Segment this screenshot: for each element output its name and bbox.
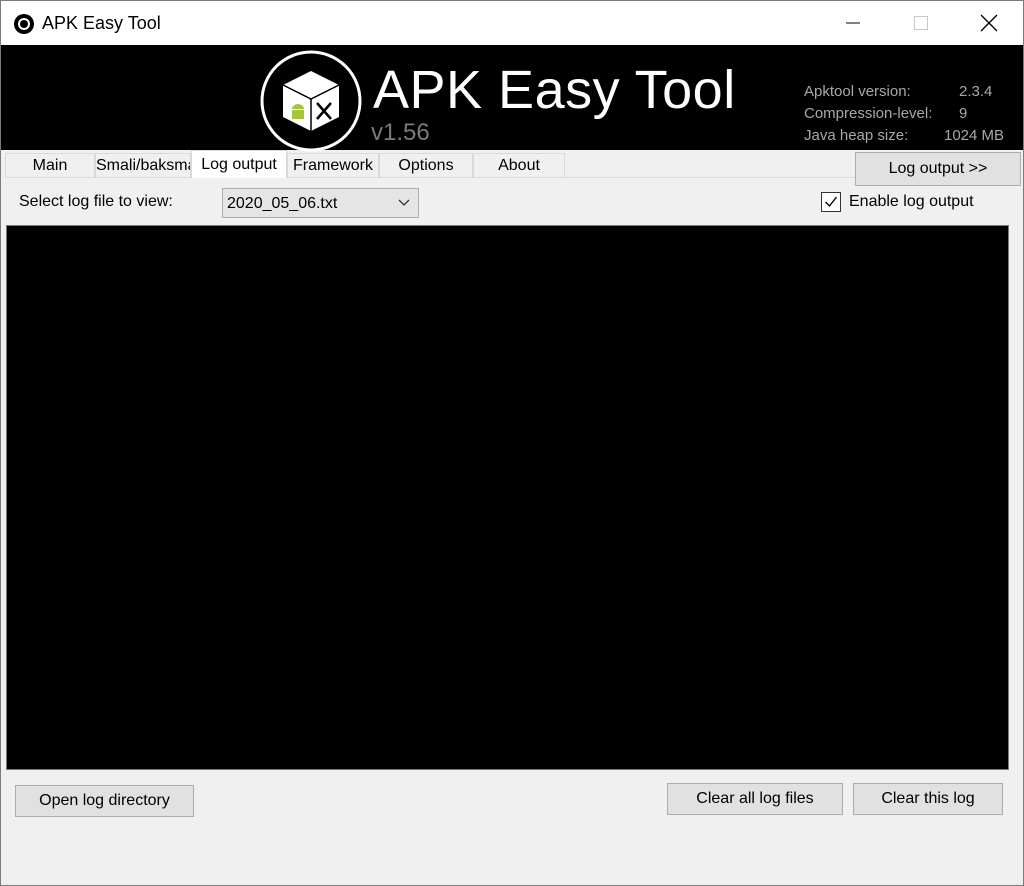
select-log-label: Select log file to view: [19,193,173,210]
tab-main[interactable]: Main [5,153,95,177]
maximize-icon [914,16,928,30]
app-logo-icon [14,14,34,34]
info-label: Compression-level: [804,105,933,122]
info-value: 1024 MB [944,127,1005,144]
info-value: 2.3.4 [959,83,993,100]
info-label: Java heap size: [804,127,909,144]
tab-options[interactable]: Options [379,153,473,177]
chevron-down-icon [398,199,410,206]
banner-version: v1.56 [371,119,430,146]
window-title: APK Easy Tool [42,13,161,33]
log-file-dropdown[interactable]: 2020_05_06.txt [222,188,419,218]
minimize-icon [846,22,860,24]
header-banner: APK Easy Tool v1.56 Apktool version: 2.3… [1,45,1023,152]
log-text-area[interactable] [6,225,1009,770]
app-window: APK Easy Tool APK Easy Tool v1.56 Apktoo… [0,0,1024,886]
open-log-directory-button[interactable]: Open log directory [15,785,194,817]
banner-title: APK Easy Tool [373,60,736,120]
info-label: Apktool version: [804,83,911,100]
minimize-button[interactable] [819,1,887,45]
maximize-button[interactable] [887,1,955,45]
tab-smali-baksmali[interactable]: Smali/baksmali [95,153,191,177]
tab-log-output[interactable]: Log output [191,150,287,178]
apk-logo-icon [260,50,362,152]
title-bar: APK Easy Tool [1,1,1023,45]
enable-log-output-label[interactable]: Enable log output [849,193,974,211]
clear-all-log-files-button[interactable]: Clear all log files [667,783,843,815]
clear-this-log-button[interactable]: Clear this log [853,783,1003,815]
enable-log-output-checkbox[interactable] [821,192,841,212]
check-icon [825,196,838,208]
close-icon [980,14,998,32]
log-output-toggle-button[interactable]: Log output >> [855,152,1021,186]
tab-about[interactable]: About [473,153,565,177]
tab-framework[interactable]: Framework [287,153,379,177]
close-button[interactable] [955,1,1023,45]
info-value: 9 [959,105,968,122]
dropdown-value: 2020_05_06.txt [227,195,338,212]
